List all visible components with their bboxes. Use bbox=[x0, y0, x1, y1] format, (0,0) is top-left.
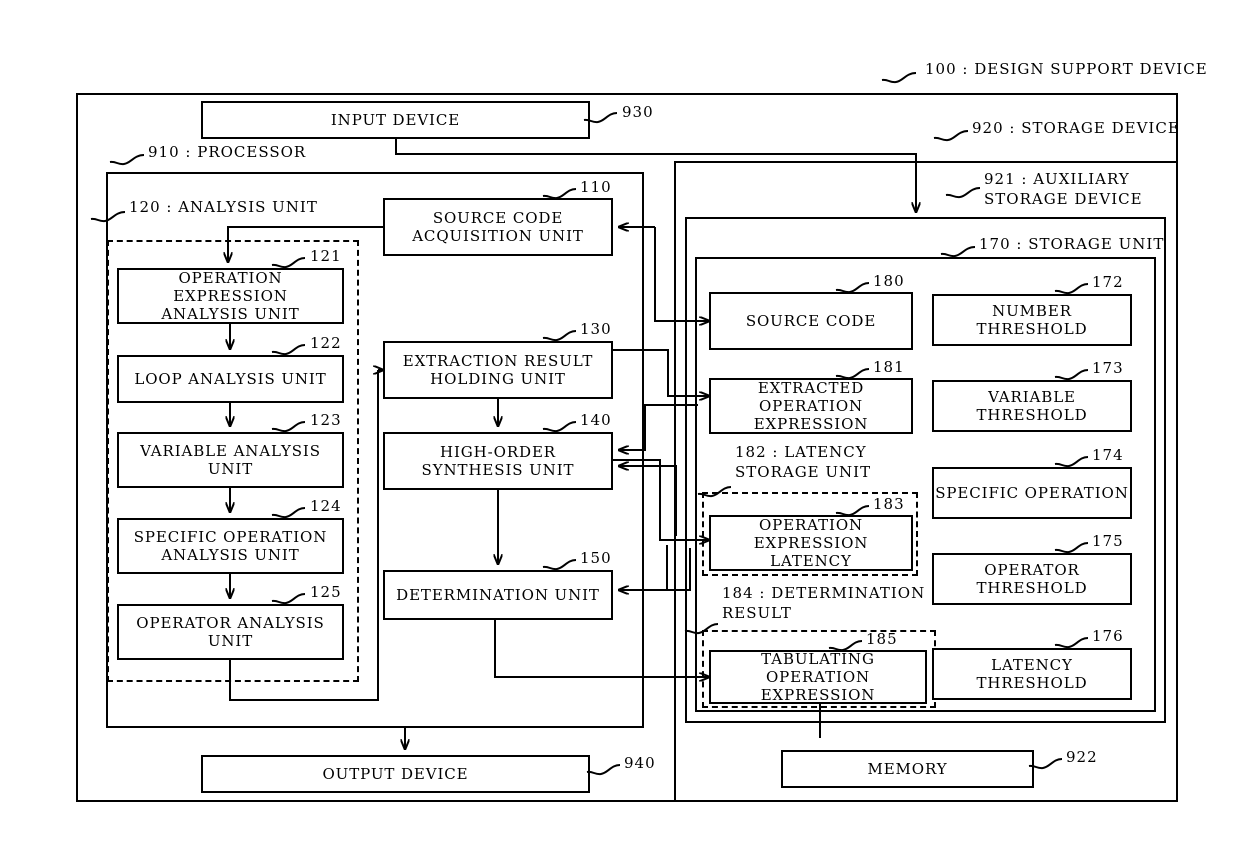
ref-label-122: 122 bbox=[310, 334, 342, 352]
high-order-synthesis-unit-box[interactable]: HIGH-ORDER SYNTHESIS UNIT bbox=[383, 432, 613, 490]
ref-label-176: 176 bbox=[1092, 627, 1124, 645]
ref-label-922: 922 bbox=[1066, 748, 1098, 766]
ref-label-175: 175 bbox=[1092, 532, 1124, 550]
specific-operation-box[interactable]: SPECIFIC OPERATION bbox=[932, 467, 1132, 519]
ref-label-181: 181 bbox=[873, 358, 905, 376]
ref-label-123: 123 bbox=[310, 411, 342, 429]
input-device-box[interactable]: INPUT DEVICE bbox=[201, 101, 590, 139]
ref-label-180: 180 bbox=[873, 272, 905, 290]
extraction-result-holding-unit-box[interactable]: EXTRACTION RESULT HOLDING UNIT bbox=[383, 341, 613, 399]
specific-operation-analysis-unit-box[interactable]: SPECIFIC OPERATION ANALYSIS UNIT bbox=[117, 518, 344, 574]
ref-label-930: 930 bbox=[622, 103, 654, 121]
ref-label-124: 124 bbox=[310, 497, 342, 515]
ref-label-173: 173 bbox=[1092, 359, 1124, 377]
source-code-box[interactable]: SOURCE CODE bbox=[709, 292, 913, 350]
variable-analysis-unit-box[interactable]: VARIABLE ANALYSIS UNIT bbox=[117, 432, 344, 488]
ref-label-110: 110 bbox=[580, 178, 612, 196]
tabulating-operation-expression-box[interactable]: TABULATING OPERATION EXPRESSION bbox=[709, 650, 927, 704]
operator-threshold-box[interactable]: OPERATOR THRESHOLD bbox=[932, 553, 1132, 605]
ref-label-125: 125 bbox=[310, 583, 342, 601]
ref-label-940: 940 bbox=[624, 754, 656, 772]
ref-label-172: 172 bbox=[1092, 273, 1124, 291]
processor-label: 910 : PROCESSOR bbox=[148, 143, 307, 161]
ref-label-183: 183 bbox=[873, 495, 905, 513]
determination-unit-box[interactable]: DETERMINATION UNIT bbox=[383, 570, 613, 620]
ref-label-150: 150 bbox=[580, 549, 612, 567]
memory-box[interactable]: MEMORY bbox=[781, 750, 1034, 788]
loop-analysis-unit-box[interactable]: LOOP ANALYSIS UNIT bbox=[117, 355, 344, 403]
number-threshold-box[interactable]: NUMBER THRESHOLD bbox=[932, 294, 1132, 346]
variable-threshold-box[interactable]: VARIABLE THRESHOLD bbox=[932, 380, 1132, 432]
latency-storage-unit-label: 182 : LATENCY STORAGE UNIT bbox=[735, 443, 872, 481]
ref-label-121: 121 bbox=[310, 247, 342, 265]
ref-label-100: 100 : DESIGN SUPPORT DEVICE bbox=[925, 60, 1208, 78]
source-code-acquisition-unit-box[interactable]: SOURCE CODE ACQUISITION UNIT bbox=[383, 198, 613, 256]
figure-canvas: 100 : DESIGN SUPPORT DEVICE INPUT DEVICE… bbox=[0, 0, 1240, 864]
operator-analysis-unit-box[interactable]: OPERATOR ANALYSIS UNIT bbox=[117, 604, 344, 660]
ref-label-185: 185 bbox=[866, 630, 898, 648]
storage-device-label: 920 : STORAGE DEVICE bbox=[972, 119, 1180, 137]
operation-expression-latency-box[interactable]: OPERATION EXPRESSION LATENCY bbox=[709, 515, 913, 571]
operation-expression-analysis-unit-box[interactable]: OPERATION EXPRESSION ANALYSIS UNIT bbox=[117, 268, 344, 324]
ref-label-140: 140 bbox=[580, 411, 612, 429]
determination-result-label: 184 : DETERMINATION RESULT bbox=[722, 584, 926, 622]
analysis-unit-label: 120 : ANALYSIS UNIT bbox=[129, 198, 318, 216]
latency-threshold-box[interactable]: LATENCY THRESHOLD bbox=[932, 648, 1132, 700]
storage-unit-label: 170 : STORAGE UNIT bbox=[979, 235, 1165, 253]
ref-label-174: 174 bbox=[1092, 446, 1124, 464]
auxiliary-storage-device-label: 921 : AUXILIARY STORAGE DEVICE bbox=[984, 170, 1143, 208]
output-device-box[interactable]: OUTPUT DEVICE bbox=[201, 755, 590, 793]
extracted-operation-expression-box[interactable]: EXTRACTED OPERATION EXPRESSION bbox=[709, 378, 913, 434]
ref-label-130: 130 bbox=[580, 320, 612, 338]
